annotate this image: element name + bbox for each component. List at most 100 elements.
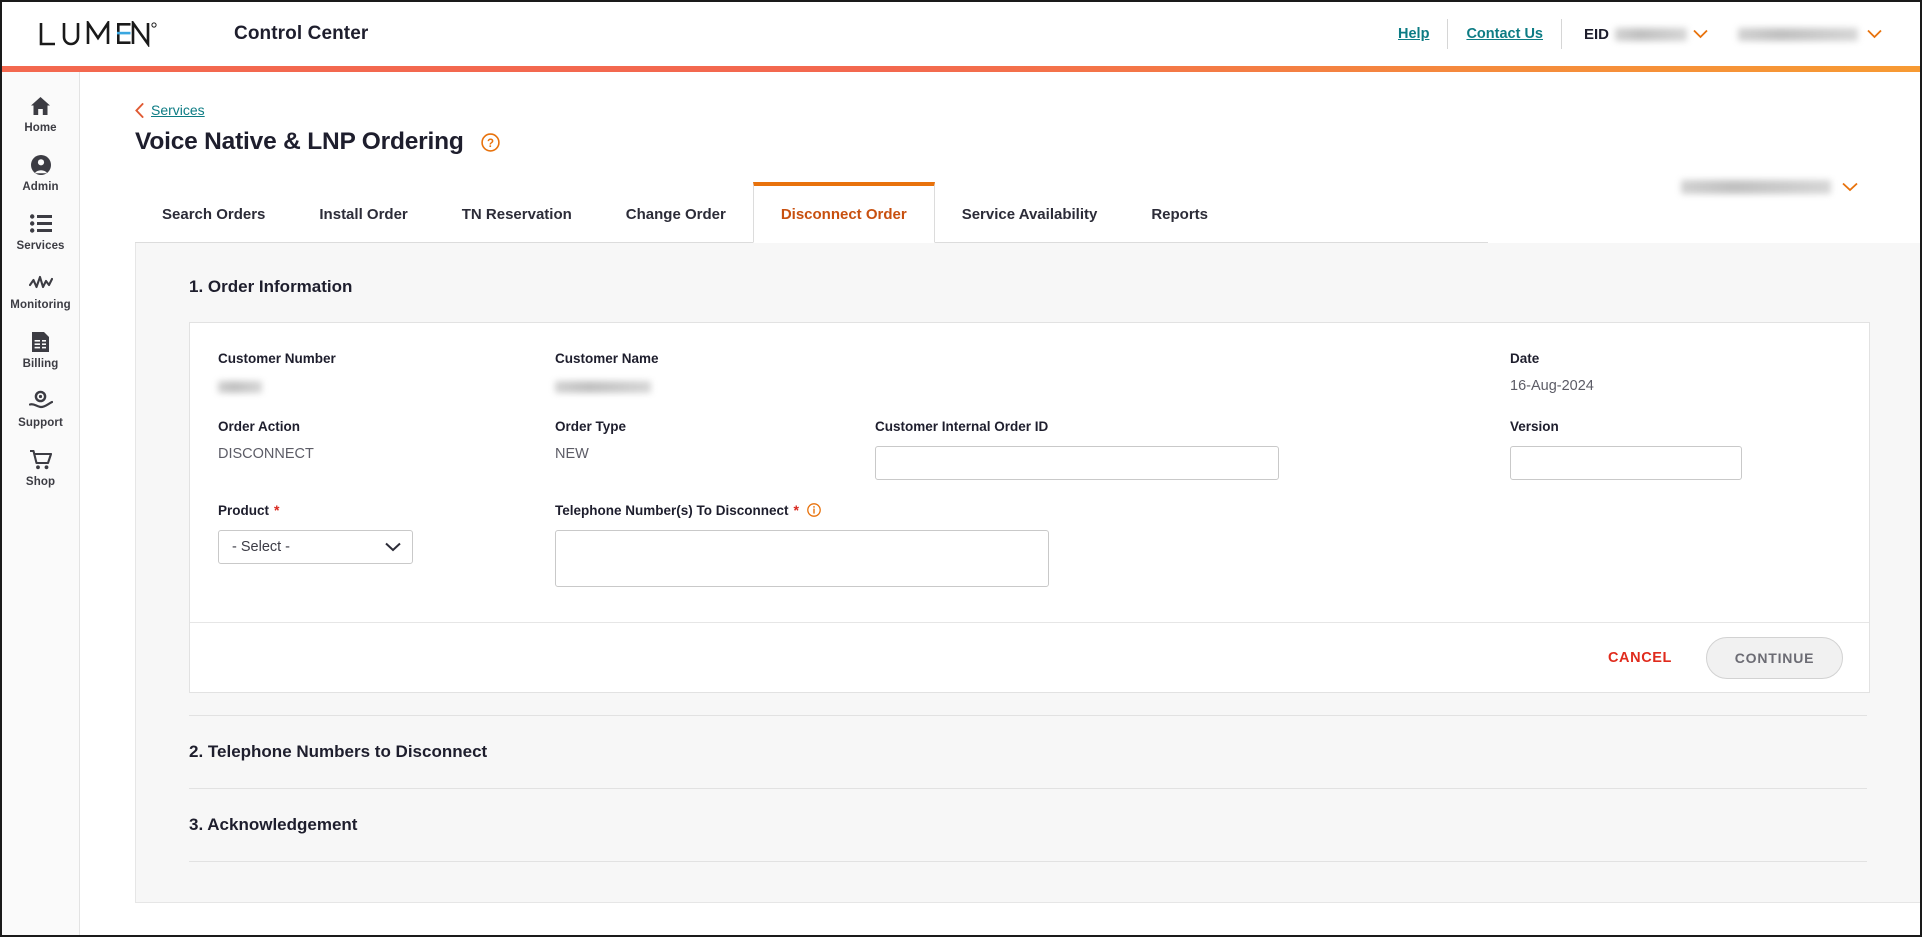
breadcrumb-link-services[interactable]: Services bbox=[151, 102, 205, 118]
chevron-down-icon bbox=[1842, 182, 1858, 192]
order-action-label: Order Action bbox=[218, 419, 301, 434]
product-select-value: - Select - bbox=[232, 539, 291, 555]
product-label: Product * bbox=[218, 502, 555, 518]
user-circle-icon bbox=[30, 153, 52, 177]
telephone-numbers-textarea[interactable] bbox=[555, 530, 1049, 587]
order-information-card: Customer Number Customer Name Date 16-Au… bbox=[189, 322, 1870, 693]
field-customer-name: Customer Name bbox=[555, 351, 1110, 397]
tab-install-order[interactable]: Install Order bbox=[292, 182, 434, 242]
account-selector-header[interactable] bbox=[1722, 27, 1892, 41]
sidebar-item-billing[interactable]: Billing bbox=[2, 320, 79, 379]
eid-label: EID bbox=[1583, 25, 1609, 43]
cart-icon bbox=[29, 448, 52, 472]
sidebar-item-monitoring[interactable]: Monitoring bbox=[2, 261, 79, 320]
tab-tn-reservation[interactable]: TN Reservation bbox=[435, 182, 599, 242]
chevron-down-icon bbox=[1693, 29, 1708, 39]
support-hand-icon bbox=[28, 389, 53, 413]
order-type-value: NEW bbox=[555, 446, 589, 462]
date-value: 16-Aug-2024 bbox=[1510, 378, 1594, 394]
eid-selector[interactable]: EID bbox=[1562, 26, 1722, 43]
sidebar-item-support[interactable]: Support bbox=[2, 379, 79, 438]
product-required-marker: * bbox=[274, 502, 280, 518]
sidebar-item-shop[interactable]: Shop bbox=[2, 438, 79, 497]
page-title-row: Voice Native & LNP Ordering ? bbox=[135, 128, 1920, 194]
contact-us-link[interactable]: Contact Us bbox=[1448, 26, 1561, 42]
section-divider-3 bbox=[189, 861, 1867, 862]
section-acknowledgement-title[interactable]: 3. Acknowledgement bbox=[189, 789, 1920, 835]
field-date: Date 16-Aug-2024 bbox=[1510, 351, 1740, 397]
telephone-numbers-label: Telephone Number(s) To Disconnect * bbox=[555, 502, 1115, 518]
chevron-down-icon bbox=[1867, 29, 1882, 39]
customer-number-value bbox=[218, 378, 555, 397]
help-link[interactable]: Help bbox=[1380, 26, 1447, 42]
sidebar-label-home: Home bbox=[24, 121, 57, 134]
cancel-button[interactable]: CANCEL bbox=[1598, 642, 1682, 674]
left-sidebar: Home Admin Services Monitoring Billing S… bbox=[2, 72, 80, 935]
page-title: Voice Native & LNP Ordering bbox=[135, 128, 464, 155]
version-label: Version bbox=[1510, 419, 1559, 434]
tab-service-availability[interactable]: Service Availability bbox=[935, 182, 1125, 242]
order-action-value: DISCONNECT bbox=[218, 446, 314, 462]
field-product: Product * - Select - bbox=[218, 502, 555, 592]
list-icon bbox=[29, 212, 52, 236]
product-label-text: Product bbox=[218, 502, 270, 518]
customer-name-redacted bbox=[555, 381, 651, 393]
eid-value-redacted bbox=[1615, 27, 1687, 41]
order-information-fields: Customer Number Customer Name Date 16-Au… bbox=[190, 323, 1869, 622]
telephone-numbers-label-text: Telephone Number(s) To Disconnect bbox=[555, 502, 789, 518]
control-center-app: Control Center Help Contact Us EID Home bbox=[0, 0, 1922, 937]
field-row-2: Order Action DISCONNECT Order Type NEW C… bbox=[218, 419, 1841, 480]
lumen-logo-mark bbox=[39, 21, 157, 47]
home-icon bbox=[30, 94, 51, 118]
tab-change-order[interactable]: Change Order bbox=[599, 182, 753, 242]
chevron-down-icon bbox=[385, 542, 401, 552]
sidebar-label-services: Services bbox=[16, 239, 65, 252]
date-label: Date bbox=[1510, 351, 1540, 366]
sidebar-label-monitoring: Monitoring bbox=[10, 298, 71, 311]
telephone-numbers-required-marker: * bbox=[793, 502, 799, 518]
order-information-actions: CANCEL CONTINUE bbox=[190, 622, 1869, 692]
sidebar-label-admin: Admin bbox=[22, 180, 59, 193]
tab-reports[interactable]: Reports bbox=[1124, 182, 1235, 242]
svg-text:?: ? bbox=[487, 138, 494, 150]
breadcrumb[interactable]: Services bbox=[135, 102, 1920, 118]
field-internal-order-id: Customer Internal Order ID bbox=[875, 419, 1510, 480]
invoice-icon bbox=[31, 330, 50, 354]
sidebar-item-services[interactable]: Services bbox=[2, 202, 79, 261]
app-name: Control Center bbox=[234, 23, 369, 44]
top-header: Control Center Help Contact Us EID bbox=[2, 2, 1920, 66]
chevron-left-icon bbox=[135, 102, 144, 118]
field-telephone-numbers: Telephone Number(s) To Disconnect * bbox=[555, 502, 1115, 592]
version-input[interactable] bbox=[1510, 446, 1742, 480]
account-selector-value-redacted bbox=[1681, 180, 1831, 194]
internal-order-id-label: Customer Internal Order ID bbox=[875, 419, 1049, 434]
account-value-redacted bbox=[1738, 27, 1858, 41]
continue-button[interactable]: CONTINUE bbox=[1706, 636, 1843, 679]
info-circle-icon[interactable] bbox=[807, 503, 821, 517]
sidebar-item-home[interactable]: Home bbox=[2, 84, 79, 143]
lumen-logo[interactable] bbox=[38, 21, 158, 47]
sidebar-label-shop: Shop bbox=[25, 475, 56, 488]
sidebar-label-support: Support bbox=[18, 416, 63, 429]
question-circle-icon[interactable]: ? bbox=[480, 132, 500, 152]
field-row-1: Customer Number Customer Name Date 16-Au… bbox=[218, 351, 1841, 397]
tab-search-orders[interactable]: Search Orders bbox=[135, 182, 292, 242]
main-content: Services Voice Native & LNP Ordering ? S… bbox=[81, 72, 1920, 935]
internal-order-id-input[interactable] bbox=[875, 446, 1279, 480]
sidebar-item-admin[interactable]: Admin bbox=[2, 143, 79, 202]
order-tabs: Search Orders Install Order TN Reservati… bbox=[135, 182, 1488, 243]
order-type-label: Order Type bbox=[555, 419, 627, 434]
tab-disconnect-order[interactable]: Disconnect Order bbox=[752, 182, 935, 243]
field-spacer-1 bbox=[1110, 351, 1510, 397]
account-selector-page[interactable] bbox=[1681, 180, 1858, 194]
product-select[interactable]: - Select - bbox=[218, 530, 413, 564]
field-row-3: Product * - Select - Telephone Number(s)… bbox=[218, 502, 1841, 592]
field-order-action: Order Action DISCONNECT bbox=[218, 419, 555, 480]
customer-number-label: Customer Number bbox=[218, 351, 336, 366]
customer-name-value bbox=[555, 378, 1110, 397]
header-actions: Help Contact Us EID bbox=[1380, 2, 1892, 66]
section-order-information-title: 1. Order Information bbox=[189, 277, 353, 296]
section-telephone-numbers-title[interactable]: 2. Telephone Numbers to Disconnect bbox=[189, 716, 1920, 762]
sidebar-label-billing: Billing bbox=[22, 357, 59, 370]
field-customer-number: Customer Number bbox=[218, 351, 555, 397]
